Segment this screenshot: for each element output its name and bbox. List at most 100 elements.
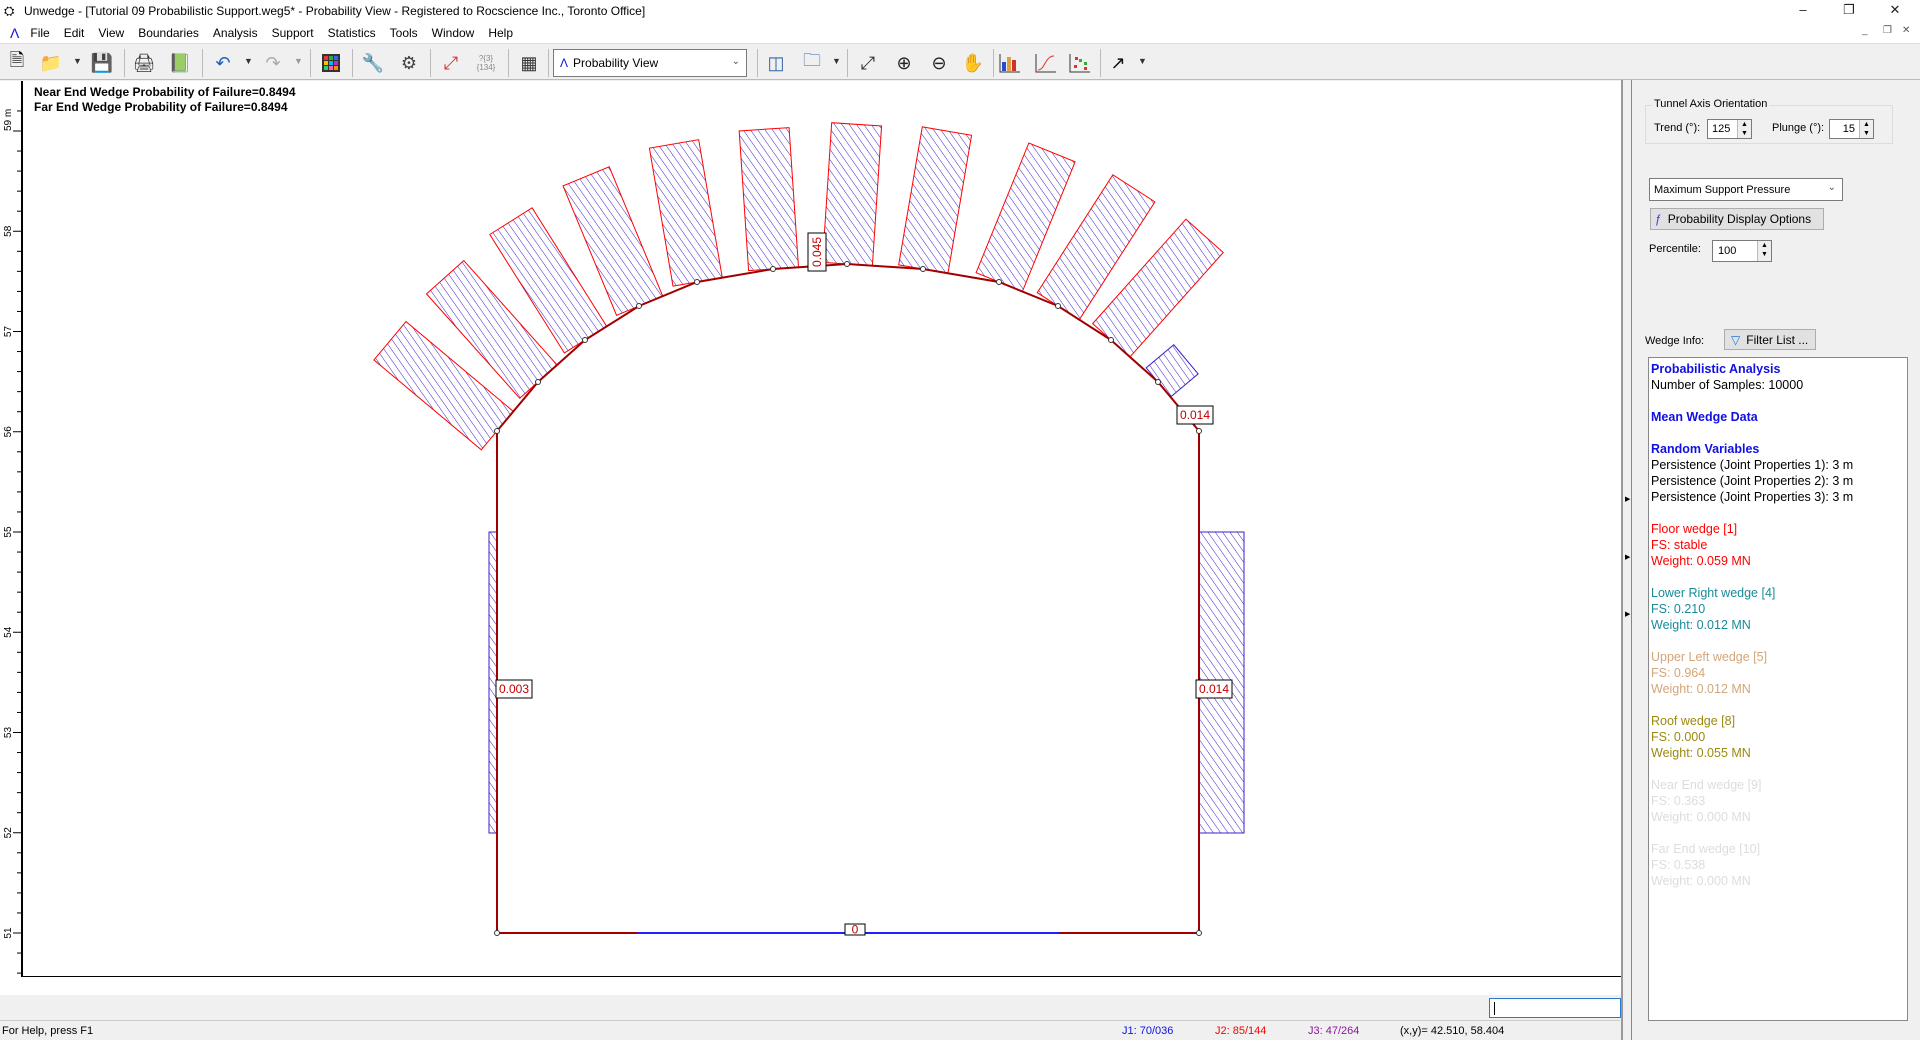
spin-arrows-icon[interactable]: ▲ ▼ (1737, 120, 1751, 138)
status-j3: J3: 47/264 (1308, 1025, 1360, 1037)
wedge-info-line: Persistence (Joint Properties 2): 3 m (1651, 474, 1854, 488)
menu-statistics[interactable]: Statistics (321, 26, 383, 40)
display-mode-value: Maximum Support Pressure (1654, 183, 1791, 196)
panel-splitter[interactable]: ▶ ▶ ▶ (1621, 80, 1631, 1040)
redo-icon[interactable]: ↷ (260, 50, 286, 76)
mdi-minimize-button[interactable]: _ (1862, 25, 1868, 36)
wedge-info-line: Persistence (Joint Properties 1): 3 m (1651, 458, 1854, 472)
wedge-info-line: FS: 0.210 (1651, 602, 1706, 616)
plunge-spinner[interactable]: 15 ▲ ▼ (1829, 119, 1874, 139)
wedge-info-line (1651, 425, 1905, 441)
wedge-info-line: Roof wedge [8] (1651, 714, 1736, 728)
chevron-down-icon: ⌄ (731, 56, 740, 67)
open-dropdown-icon[interactable]: ▼ (73, 56, 82, 66)
menu-help[interactable]: Help (481, 26, 520, 40)
save-icon[interactable]: 💾 (89, 50, 115, 76)
wedge-info-line: Lower Right wedge [4] (1651, 586, 1776, 600)
spin-arrows-icon[interactable]: ▲ ▼ (1859, 120, 1873, 138)
filter-list-label: Filter List ... (1746, 332, 1809, 347)
wedge-info-line: Random Variables (1651, 442, 1760, 456)
filter-list-button[interactable]: ▽ Filter List ... (1724, 329, 1816, 350)
close-button[interactable]: ✕ (1872, 0, 1918, 22)
trend-spinner[interactable]: 125 ▲ ▼ (1707, 119, 1752, 139)
document-settings-icon[interactable]: ⚙ (396, 50, 422, 76)
wedge-info-line: Weight: 0.000 MN (1651, 810, 1751, 824)
menu-view[interactable]: View (91, 26, 131, 40)
app-logo-icon: ⛭ (4, 3, 15, 18)
calculator-icon[interactable]: ▦ (516, 50, 542, 76)
color-curve-icon: ƒ (1655, 212, 1662, 226)
status-help-text: For Help, press F1 (2, 1025, 94, 1037)
wedge-info-line: FS: 0.000 (1651, 730, 1706, 744)
spin-arrows-icon[interactable]: ▲ ▼ (1757, 241, 1771, 261)
minimize-button[interactable]: – (1780, 0, 1826, 22)
edit-document-icon[interactable]: 🔧 (360, 50, 386, 76)
undo-dropdown-icon[interactable]: ▼ (244, 56, 253, 66)
menu-boundaries[interactable]: Boundaries (131, 26, 206, 40)
wedge-info-line: Weight: 0.055 MN (1651, 746, 1751, 760)
wedge-info-line: Persistence (Joint Properties 3): 3 m (1651, 490, 1854, 504)
command-input[interactable] (1489, 998, 1621, 1018)
zoom-out-icon[interactable]: ⊖ (926, 50, 952, 76)
arrow-tool-icon[interactable]: ↗ (1105, 50, 1131, 76)
print-icon[interactable]: 🖨 (131, 50, 157, 76)
plunge-label: Plunge (°): (1772, 122, 1825, 134)
percentile-value: 100 (1718, 245, 1737, 257)
wedge-info-line (1651, 633, 1905, 649)
restore-button[interactable]: ❐ (1826, 0, 1872, 22)
wedge-info-line: Mean Wedge Data (1651, 410, 1758, 424)
menu-window[interactable]: Window (425, 26, 482, 40)
trend-value: 125 (1712, 123, 1731, 135)
menu-file[interactable]: File (23, 26, 56, 40)
vertical-ruler (0, 81, 22, 977)
menu-tools[interactable]: Tools (383, 26, 425, 40)
probability-curve-icon: Λ (10, 24, 20, 41)
redo-dropdown-icon[interactable]: ▼ (294, 56, 303, 66)
probability-display-options-button[interactable]: ƒ Probability Display Options (1650, 208, 1824, 230)
wedge-info-line (1651, 697, 1905, 713)
zoom-extents-icon[interactable]: ⤢ (855, 50, 881, 76)
wedge-info-line: Upper Left wedge [5] (1651, 650, 1768, 664)
color-grid-icon[interactable] (318, 50, 344, 76)
mdi-restore-button[interactable]: ❐ (1883, 25, 1892, 36)
plunge-value: 15 (1842, 123, 1855, 135)
percentile-label: Percentile: (1649, 243, 1701, 255)
menu-support[interactable]: Support (265, 26, 321, 40)
splitter-arrow-icon[interactable]: ▶ (1625, 553, 1630, 561)
pan-icon[interactable]: ✋ (960, 50, 986, 76)
undo-icon[interactable]: ↶ (210, 50, 236, 76)
status-bar: For Help, press F1 J1: 70/036 J2: 85/144… (0, 1020, 1620, 1040)
wedge-info-line (1651, 393, 1905, 409)
model-view[interactable]: Near End Wedge Probability of Failure=0.… (22, 81, 1621, 977)
wedge-info-line: Weight: 0.012 MN (1651, 682, 1751, 696)
wedge-info-line: Probabilistic Analysis (1651, 362, 1781, 376)
wedge-info-line (1651, 505, 1905, 521)
wedge-arrows-icon[interactable]: ⤢ (438, 50, 464, 76)
display-mode-select[interactable]: Maximum Support Pressure ⌄ (1649, 178, 1843, 201)
export-book-icon[interactable]: 📗 (167, 50, 193, 76)
wedge-info-line: Near End wedge [9] (1651, 778, 1762, 792)
mdi-close-button[interactable]: ✕ (1902, 25, 1910, 36)
filter-icon: ▽ (1731, 332, 1741, 347)
joint-combinations-icon[interactable]: ?{3} {134} (473, 50, 499, 76)
new-file-icon[interactable]: 🗎 (4, 50, 30, 76)
open-folder-icon[interactable]: 📁 (38, 50, 64, 76)
view-select[interactable]: Λ Probability View ⌄ (553, 49, 747, 77)
scatter-plot-icon[interactable] (1067, 50, 1093, 76)
wedge-info-line (1651, 825, 1905, 841)
add-view-dropdown-icon[interactable]: ▼ (832, 56, 841, 66)
arrow-dropdown-icon[interactable]: ▼ (1138, 56, 1147, 66)
menu-edit[interactable]: Edit (57, 26, 92, 40)
window-title: Unwedge - [Tutorial 09 Probabilistic Sup… (24, 4, 646, 18)
split-view-icon[interactable]: ◫ (763, 50, 789, 76)
wedge-info-list[interactable]: Probabilistic Analysis Number of Samples:… (1648, 357, 1908, 1021)
add-view-icon[interactable]: 🗀 (799, 50, 825, 76)
percentile-spinner[interactable]: 100 ▲ ▼ (1712, 240, 1772, 262)
zoom-in-icon[interactable]: ⊕ (891, 50, 917, 76)
cumulative-chart-icon[interactable] (1033, 50, 1059, 76)
wedge-info-line: Number of Samples: 10000 (1651, 378, 1804, 392)
splitter-arrow-icon[interactable]: ▶ (1625, 610, 1630, 618)
bar-chart-icon[interactable] (997, 50, 1023, 76)
menu-analysis[interactable]: Analysis (206, 26, 265, 40)
splitter-arrow-icon[interactable]: ▶ (1625, 495, 1630, 503)
